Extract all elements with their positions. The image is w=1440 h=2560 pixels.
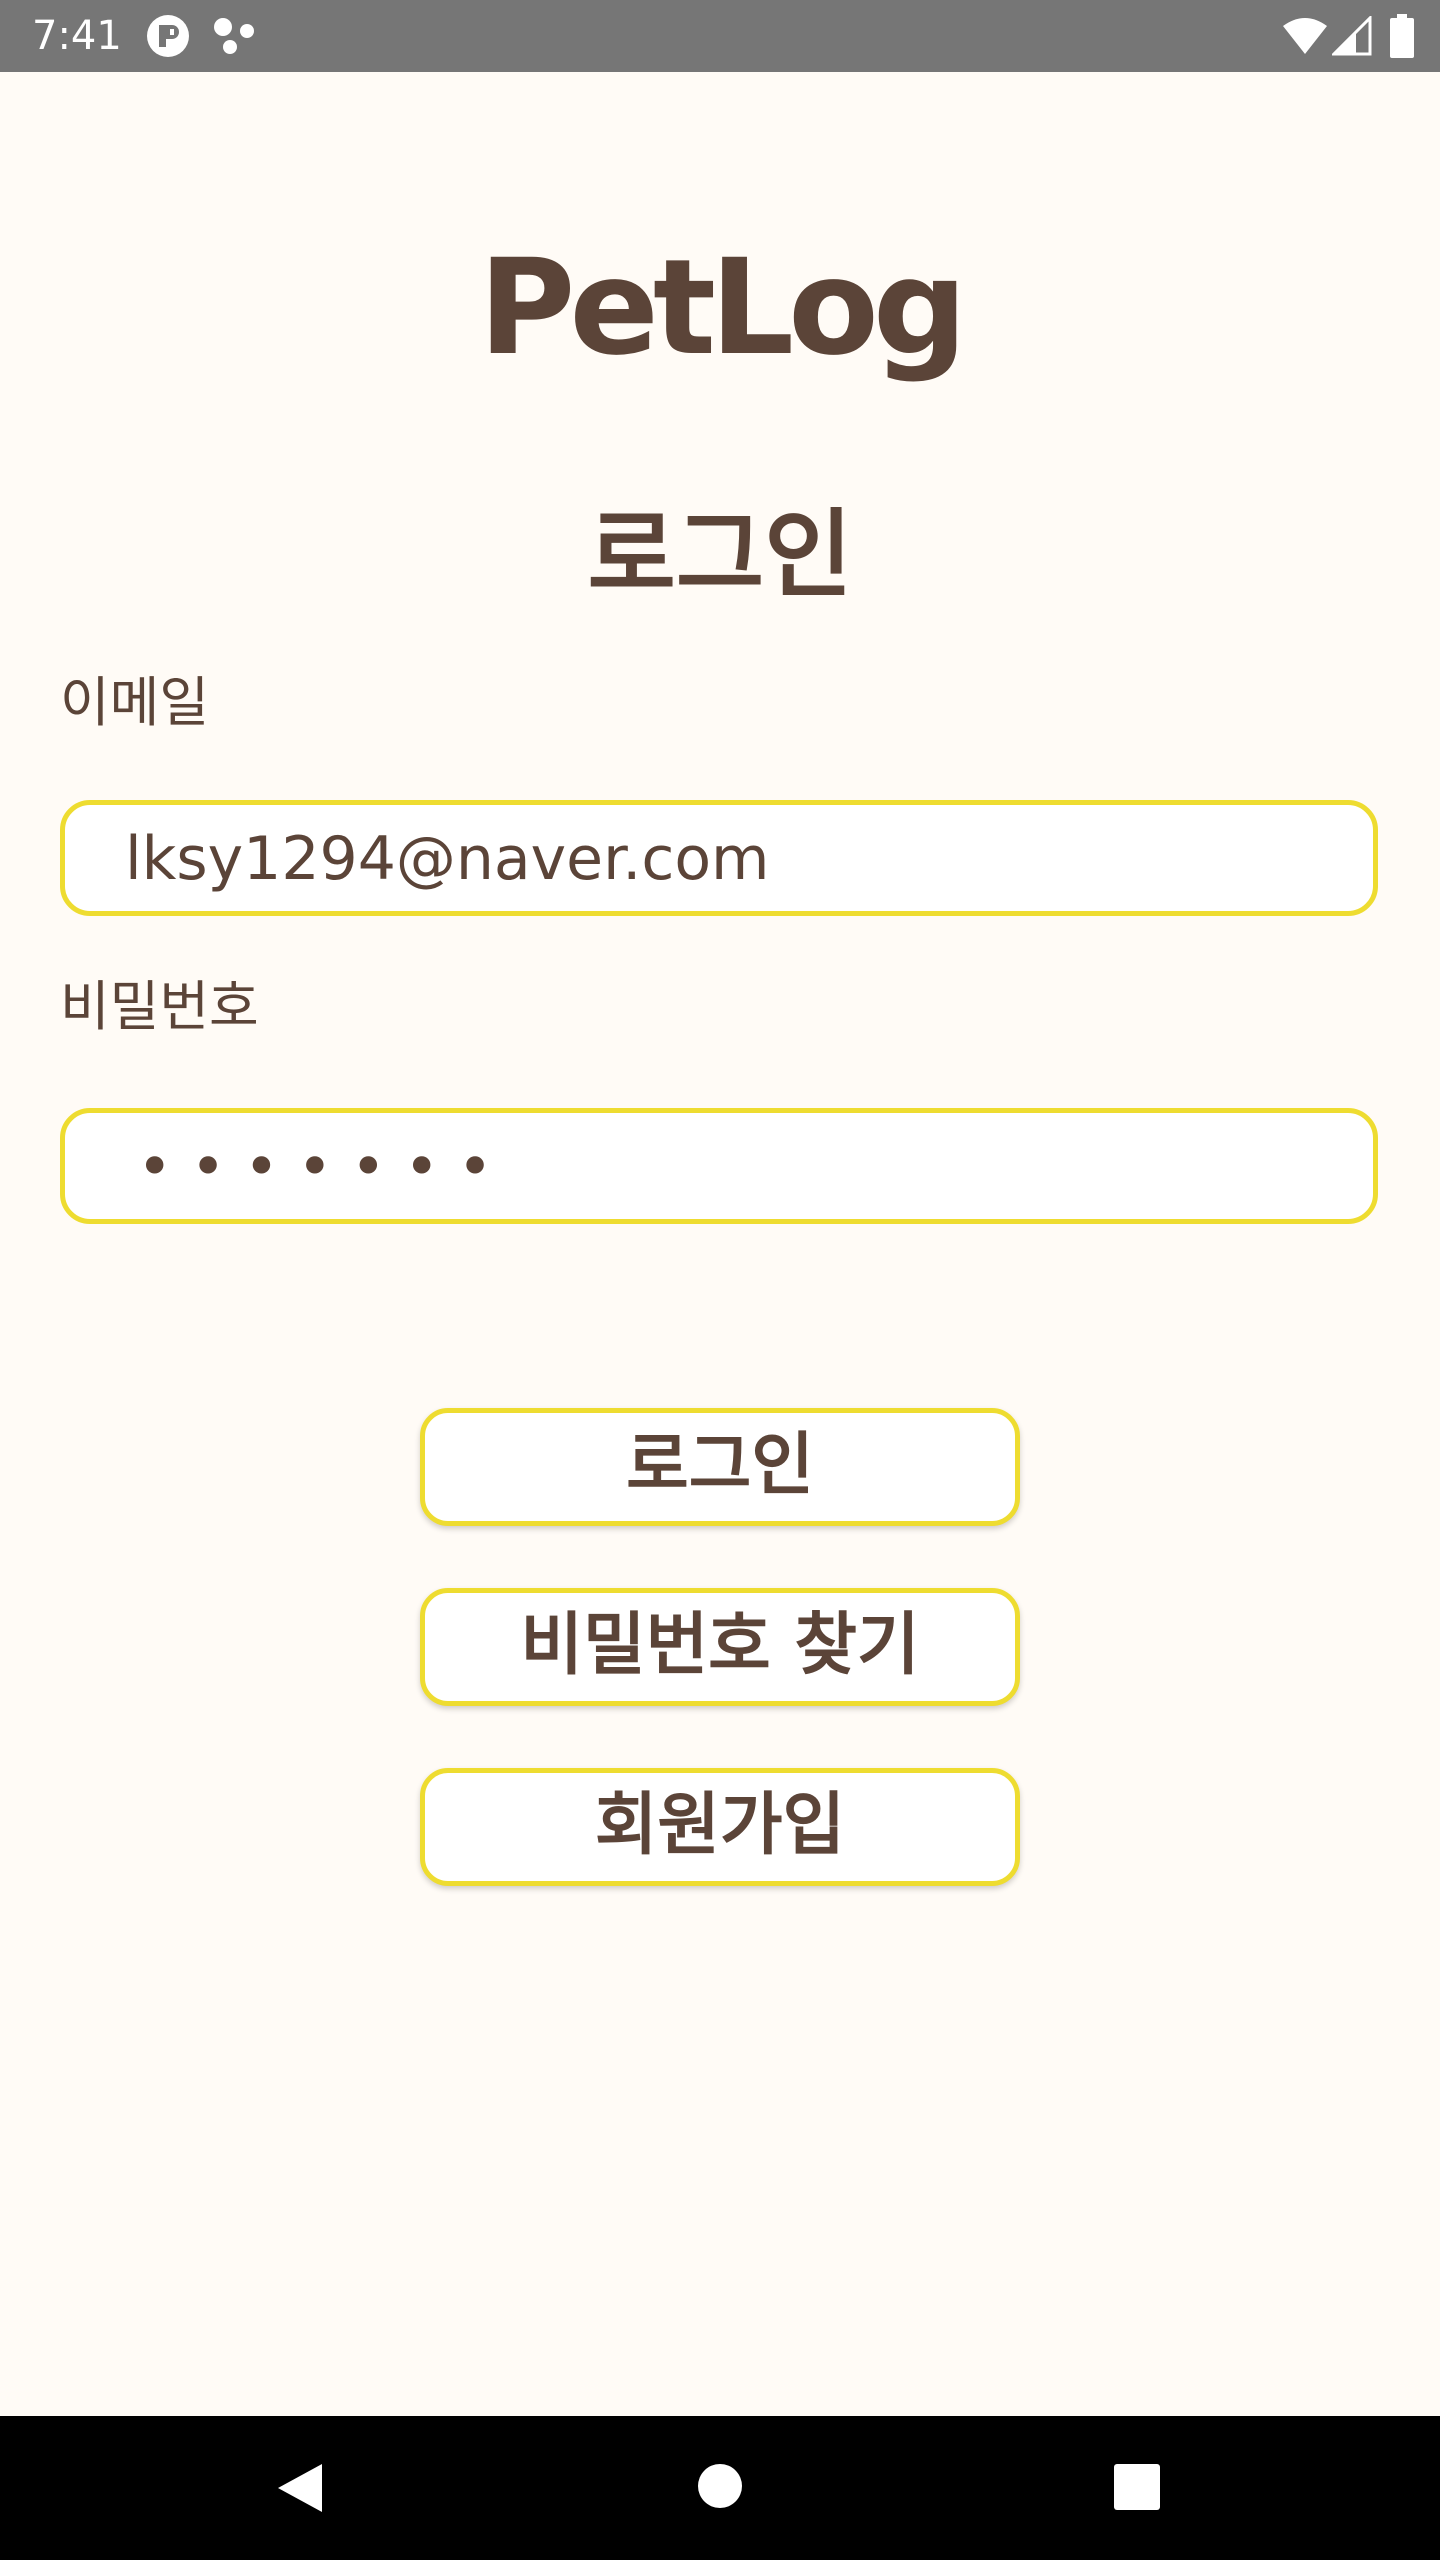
email-field-value: lksy1294@naver.com <box>125 824 770 894</box>
password-field[interactable]: ••••••• <box>60 1108 1378 1224</box>
password-field-value: ••••••• <box>137 1132 511 1202</box>
notification-app-icon <box>146 14 190 58</box>
status-time: 7:41 <box>32 13 122 59</box>
app-title: PetLog <box>478 231 968 385</box>
cell-signal-icon <box>1330 14 1372 56</box>
recents-icon[interactable] <box>1114 2464 1160 2510</box>
login-button[interactable]: 로그인 <box>420 1408 1020 1526</box>
wifi-icon <box>1282 16 1328 56</box>
find-password-button[interactable]: 비밀번호 찾기 <box>420 1588 1020 1706</box>
status-bar: 7:41 <box>0 0 1440 72</box>
home-icon[interactable] <box>696 2462 744 2510</box>
dots-app-icon <box>212 16 258 56</box>
back-icon[interactable] <box>272 2460 328 2516</box>
navigation-bar <box>0 2416 1440 2560</box>
password-label: 비밀번호 <box>60 975 259 1038</box>
battery-icon <box>1390 14 1414 58</box>
page-title: 로그인 <box>587 499 853 611</box>
email-field[interactable]: lksy1294@naver.com <box>60 800 1378 916</box>
email-label: 이메일 <box>60 671 210 734</box>
signup-button[interactable]: 회원가입 <box>420 1768 1020 1886</box>
